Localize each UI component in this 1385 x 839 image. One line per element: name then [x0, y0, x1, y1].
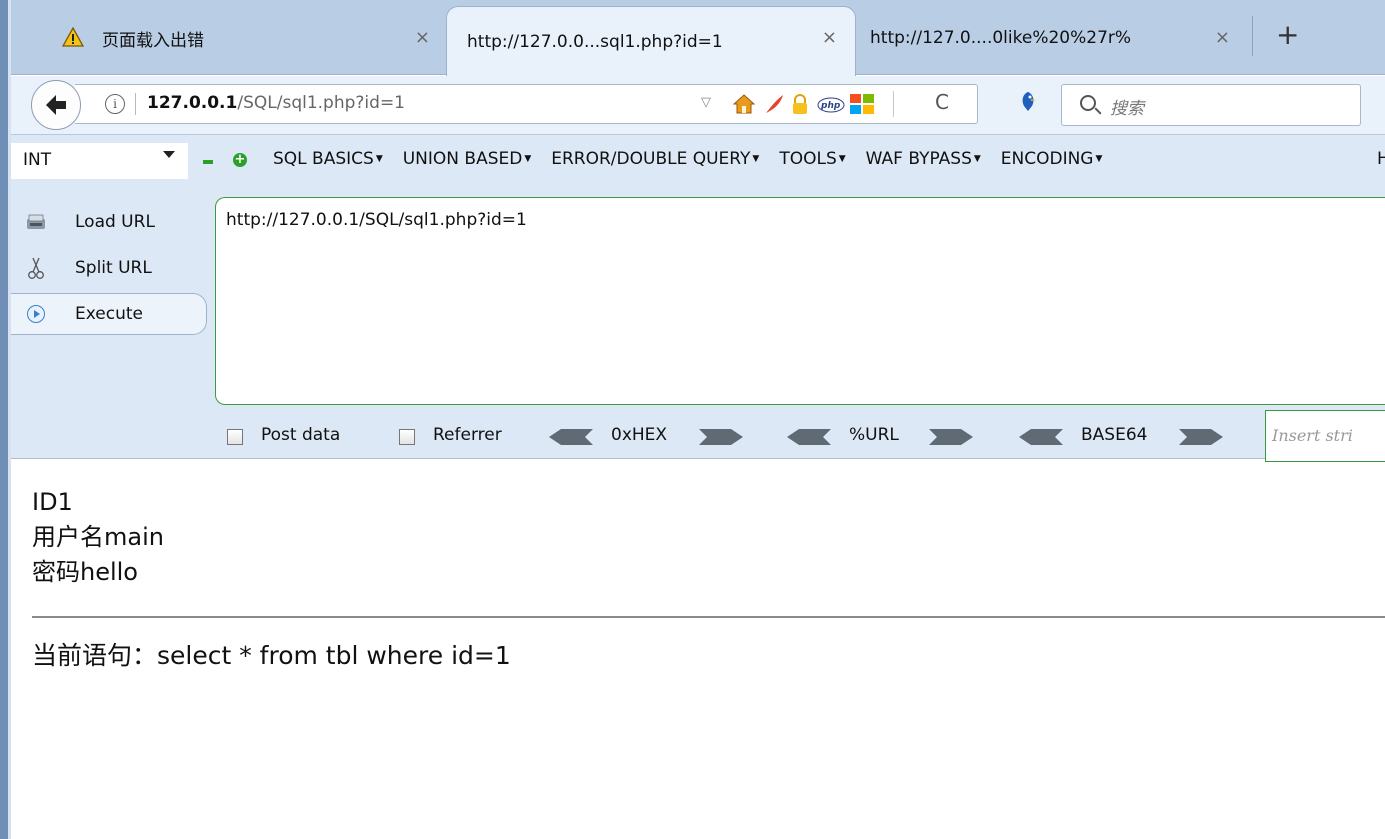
query-result: ID1 用户名main 密码hello: [32, 485, 164, 590]
tab-title: http://127.0....0like%20%27r%: [870, 28, 1132, 48]
url-label: %URL: [849, 425, 899, 445]
menu-union-based[interactable]: UNION BASED ▼: [403, 149, 532, 169]
tab-close-icon[interactable]: ×: [415, 27, 430, 48]
refresh-icon[interactable]: C: [935, 90, 949, 114]
lock-icon[interactable]: [789, 93, 811, 115]
chevron-down-icon[interactable]: [163, 151, 175, 158]
play-icon: [25, 305, 47, 323]
tab-like-query[interactable]: http://127.0....0like%20%27r% ×: [858, 14, 1248, 62]
current-statement: 当前语句：select * from tbl where id=1: [32, 641, 511, 670]
base64-decode-icon[interactable]: [1019, 429, 1063, 445]
insert-string-placeholder: Insert stri: [1272, 426, 1353, 445]
tab-load-error[interactable]: 页面载入出错 ×: [52, 14, 448, 62]
type-select-value: INT: [23, 150, 52, 170]
horizontal-rule: [32, 616, 1385, 618]
menu-tools[interactable]: TOOLS ▼: [779, 149, 845, 169]
address-text[interactable]: 127.0.0.1/SQL/sql1.php?id=1: [147, 93, 405, 113]
tab-active-sql1[interactable]: http://127.0.0...sql1.php?id=1 ×: [446, 6, 856, 76]
hex-decode-icon[interactable]: [549, 429, 593, 445]
toolbar-separator: [893, 91, 894, 117]
load-url-label: Load URL: [75, 212, 155, 232]
menu-error-double-query[interactable]: ERROR/DOUBLE QUERY ▼: [551, 149, 759, 169]
tab-close-icon[interactable]: ×: [1215, 27, 1230, 48]
split-url-button[interactable]: Split URL: [11, 247, 211, 289]
execute-button[interactable]: Execute: [11, 293, 207, 335]
post-data-label: Post data: [261, 425, 341, 445]
menu-sql-basics[interactable]: SQL BASICS ▼: [273, 149, 383, 169]
url-encode-icon[interactable]: [929, 429, 973, 445]
post-data-checkbox[interactable]: [227, 429, 243, 445]
hex-encode-icon[interactable]: [699, 429, 743, 445]
decrease-icon[interactable]: [203, 160, 213, 164]
tab-separator: [1252, 16, 1253, 56]
result-password: 密码hello: [32, 558, 138, 586]
hackbar-panel: INT + SQL BASICS ▼ UNION BASED ▼ ERROR/DOU…: [11, 134, 1385, 462]
scissors-icon: [25, 256, 47, 280]
warning-icon: [62, 27, 84, 47]
split-url-label: Split URL: [75, 258, 152, 278]
address-bar[interactable]: i 127.0.0.1/SQL/sql1.php?id=1 ▽ php C: [75, 84, 978, 124]
window-border-left: [0, 0, 8, 839]
base64-encode-icon[interactable]: [1179, 429, 1223, 445]
result-id: ID1: [32, 488, 73, 516]
execute-label: Execute: [75, 304, 143, 324]
history-dropdown-icon[interactable]: ▽: [701, 95, 711, 110]
result-username: 用户名main: [32, 523, 164, 551]
menu-truncated[interactable]: H: [1377, 149, 1385, 169]
address-separator: [135, 93, 136, 115]
hackbar-menu: SQL BASICS ▼ UNION BASED ▼ ERROR/DOUBLE QU…: [273, 149, 1102, 169]
increase-icon[interactable]: +: [233, 153, 247, 167]
url-textarea-value: http://127.0.0.1/SQL/sql1.php?id=1: [226, 210, 527, 230]
menu-waf-bypass[interactable]: WAF BYPASS ▼: [866, 149, 981, 169]
new-tab-button[interactable]: +: [1276, 18, 1299, 51]
window-border-inner: [8, 0, 11, 839]
hex-label: 0xHEX: [611, 425, 668, 445]
tab-strip: 页面载入出错 × http://127.0.0...sql1.php?id=1 …: [0, 0, 1385, 76]
windows-icon[interactable]: [849, 93, 875, 115]
tab-title: http://127.0.0...sql1.php?id=1: [467, 31, 723, 52]
type-select[interactable]: INT: [11, 143, 188, 179]
search-box[interactable]: 搜索: [1061, 84, 1361, 126]
menu-encoding[interactable]: ENCODING ▼: [1001, 149, 1103, 169]
bird-extension-icon[interactable]: [1019, 90, 1037, 112]
search-placeholder: 搜索: [1110, 99, 1144, 119]
tab-title: 页面载入出错: [102, 30, 204, 51]
feather-icon[interactable]: [763, 93, 785, 115]
navigation-bar: i 127.0.0.1/SQL/sql1.php?id=1 ▽ php C 搜索: [11, 76, 1385, 134]
php-icon[interactable]: php: [817, 93, 845, 115]
load-url-button[interactable]: Load URL: [11, 201, 211, 243]
referrer-label: Referrer: [433, 425, 502, 445]
search-icon: [1080, 95, 1096, 111]
referrer-checkbox[interactable]: [399, 429, 415, 445]
home-icon[interactable]: [733, 93, 755, 115]
base64-label: BASE64: [1081, 425, 1148, 445]
url-path: /SQL/sql1.php?id=1: [237, 93, 406, 113]
url-decode-icon[interactable]: [787, 429, 831, 445]
info-icon[interactable]: i: [105, 94, 125, 114]
insert-string-input[interactable]: Insert stri: [1265, 410, 1385, 462]
url-host: 127.0.0.1: [147, 93, 238, 113]
tab-close-icon[interactable]: ×: [822, 27, 837, 48]
back-button[interactable]: [31, 80, 81, 130]
back-arrow-icon: [46, 95, 66, 115]
url-textarea[interactable]: http://127.0.0.1/SQL/sql1.php?id=1: [215, 197, 1385, 405]
load-icon: [25, 213, 47, 231]
svg-text:php: php: [820, 101, 841, 111]
